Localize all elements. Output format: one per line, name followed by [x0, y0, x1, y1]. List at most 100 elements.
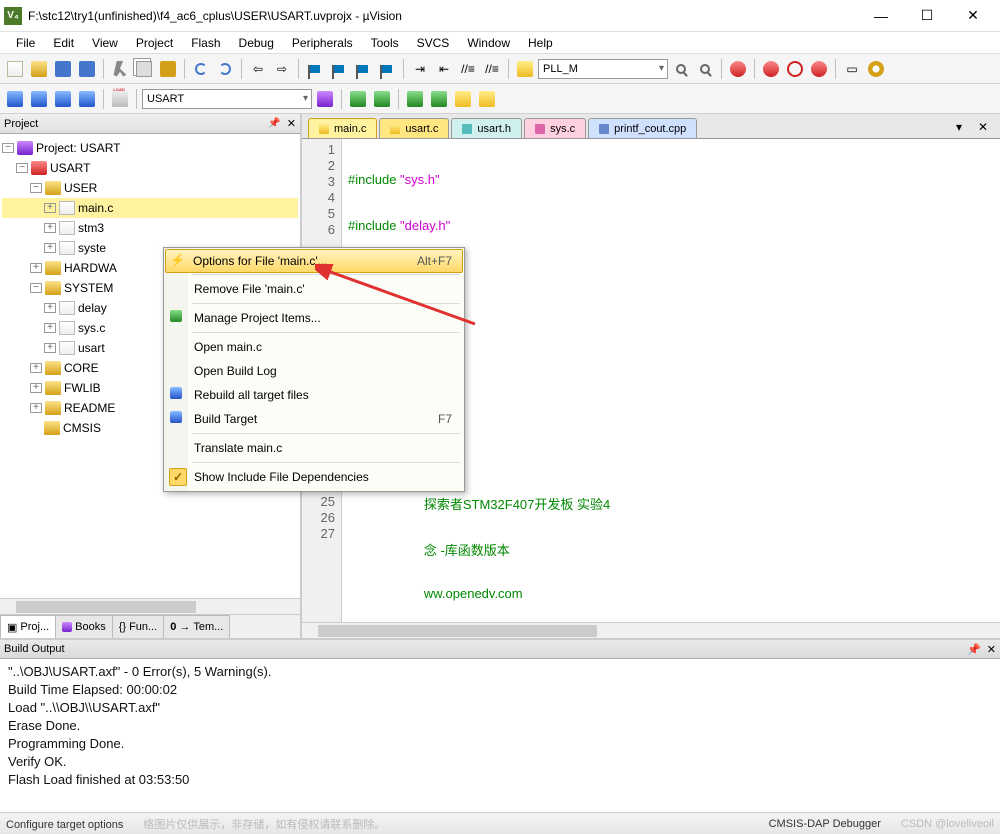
ctx-open-build-log[interactable]: Open Build Log	[166, 359, 462, 383]
paste-button[interactable]	[157, 58, 179, 80]
target-options-button[interactable]	[314, 88, 336, 110]
tree-toggle[interactable]: +	[30, 263, 42, 273]
undo-button[interactable]	[190, 58, 212, 80]
editor-menu-button[interactable]: ▾	[948, 116, 970, 138]
download-button[interactable]	[109, 88, 131, 110]
ctx-remove-file[interactable]: Remove File 'main.c'	[166, 277, 462, 301]
menu-peripherals[interactable]: Peripherals	[284, 34, 361, 52]
build-button[interactable]	[28, 88, 50, 110]
tree-toggle[interactable]: +	[44, 223, 56, 233]
project-hscroll[interactable]	[0, 598, 300, 614]
tree-root[interactable]: Project: USART	[36, 141, 120, 155]
tab-functions[interactable]: {} Fun...	[112, 615, 164, 638]
save-button[interactable]	[52, 58, 74, 80]
bookmark-clear-button[interactable]	[376, 58, 398, 80]
tree-file[interactable]: delay	[78, 301, 107, 315]
tree-toggle[interactable]: +	[30, 383, 42, 393]
ctx-open-file[interactable]: Open main.c	[166, 335, 462, 359]
tree-toggle[interactable]: +	[30, 403, 42, 413]
breakpoint-kill-button[interactable]	[808, 58, 830, 80]
minimize-button[interactable]: —	[858, 2, 904, 30]
cut-button[interactable]	[109, 58, 131, 80]
ctx-show-include-deps[interactable]: ✓ Show Include File Dependencies	[166, 465, 462, 489]
redo-button[interactable]	[214, 58, 236, 80]
menu-tools[interactable]: Tools	[363, 34, 407, 52]
build-output-body[interactable]: "..\OBJ\USART.axf" - 0 Error(s), 5 Warni…	[0, 658, 1000, 812]
tree-group[interactable]: HARDWA	[64, 261, 117, 275]
tree-toggle[interactable]: +	[44, 303, 56, 313]
maximize-button[interactable]: ☐	[904, 2, 950, 30]
tree-toggle[interactable]: +	[44, 323, 56, 333]
nav-back-button[interactable]: ⇦	[247, 58, 269, 80]
ctx-options-for-file[interactable]: ⚡ Options for File 'main.c'... Alt+F7	[165, 249, 463, 273]
menu-file[interactable]: File	[8, 34, 43, 52]
tab-project[interactable]: ▣ Proj...	[0, 615, 56, 638]
panel-close-icon[interactable]: ✕	[287, 117, 296, 130]
tree-file[interactable]: syste	[78, 241, 106, 255]
outdent-button[interactable]: ⇤	[433, 58, 455, 80]
menu-help[interactable]: Help	[520, 34, 561, 52]
pin-icon[interactable]: 📌	[967, 643, 981, 656]
tree-toggle[interactable]: −	[30, 183, 42, 193]
debug-button[interactable]	[727, 58, 749, 80]
new-file-button[interactable]	[4, 58, 26, 80]
menu-svcs[interactable]: SVCS	[409, 34, 458, 52]
find-combo[interactable]: PLL_M	[538, 59, 668, 79]
tree-toggle[interactable]: +	[44, 203, 56, 213]
tree-group[interactable]: SYSTEM	[64, 281, 113, 295]
pack-3-button[interactable]	[452, 88, 474, 110]
pack-4-button[interactable]	[476, 88, 498, 110]
ctx-rebuild-all[interactable]: Rebuild all target files	[166, 383, 462, 407]
translate-button[interactable]	[4, 88, 26, 110]
breakpoint-insert-button[interactable]	[760, 58, 782, 80]
panel-close-icon[interactable]: ✕	[987, 643, 996, 656]
tab-printf-cpp[interactable]: printf_cout.cpp	[588, 118, 697, 138]
bookmark-next-button[interactable]	[352, 58, 374, 80]
save-all-button[interactable]	[76, 58, 98, 80]
batch-build-button[interactable]	[76, 88, 98, 110]
editor-close-button[interactable]: ✕	[972, 116, 994, 138]
tree-target[interactable]: USART	[50, 161, 90, 175]
breakpoint-disable-button[interactable]	[784, 58, 806, 80]
find-in-files-button[interactable]	[694, 58, 716, 80]
tree-toggle[interactable]: −	[30, 283, 42, 293]
tree-file[interactable]: sys.c	[78, 321, 105, 335]
tree-file[interactable]: main.c	[78, 201, 113, 215]
window-button[interactable]: ▭	[841, 58, 863, 80]
indent-button[interactable]: ⇥	[409, 58, 431, 80]
open-file-button[interactable]	[28, 58, 50, 80]
close-button[interactable]: ✕	[950, 2, 996, 30]
copy-button[interactable]	[133, 58, 155, 80]
bookmark-button[interactable]	[304, 58, 326, 80]
menu-edit[interactable]: Edit	[45, 34, 82, 52]
tree-toggle[interactable]: −	[2, 143, 14, 153]
manage-rte-button[interactable]	[371, 88, 393, 110]
tab-usart-h[interactable]: usart.h	[451, 118, 522, 138]
tree-toggle[interactable]: +	[30, 363, 42, 373]
menu-window[interactable]: Window	[459, 34, 518, 52]
pin-icon[interactable]: 📌	[268, 118, 280, 129]
target-combo[interactable]: USART	[142, 89, 312, 109]
config-button[interactable]	[865, 58, 887, 80]
tab-usart-c[interactable]: usart.c	[379, 118, 449, 138]
menu-view[interactable]: View	[84, 34, 126, 52]
ctx-manage-project-items[interactable]: Manage Project Items...	[166, 306, 462, 330]
menu-flash[interactable]: Flash	[183, 34, 228, 52]
rebuild-button[interactable]	[52, 88, 74, 110]
nav-fwd-button[interactable]: ⇨	[271, 58, 293, 80]
editor-hscroll[interactable]	[302, 622, 1000, 638]
pack-button[interactable]	[404, 88, 426, 110]
menu-project[interactable]: Project	[128, 34, 181, 52]
tree-group[interactable]: CORE	[64, 361, 99, 375]
pack-installer-button[interactable]	[428, 88, 450, 110]
tab-sys-c[interactable]: sys.c	[524, 118, 586, 138]
tab-templates[interactable]: 0→Tem...	[163, 615, 230, 638]
tree-toggle[interactable]: +	[44, 243, 56, 253]
tree-group[interactable]: CMSIS	[63, 421, 101, 435]
tab-main-c[interactable]: main.c	[308, 118, 377, 138]
tab-books[interactable]: Books	[55, 615, 113, 638]
bookmark-prev-button[interactable]	[328, 58, 350, 80]
tree-toggle[interactable]: −	[16, 163, 28, 173]
find-button[interactable]	[514, 58, 536, 80]
tree-file[interactable]: stm3	[78, 221, 104, 235]
